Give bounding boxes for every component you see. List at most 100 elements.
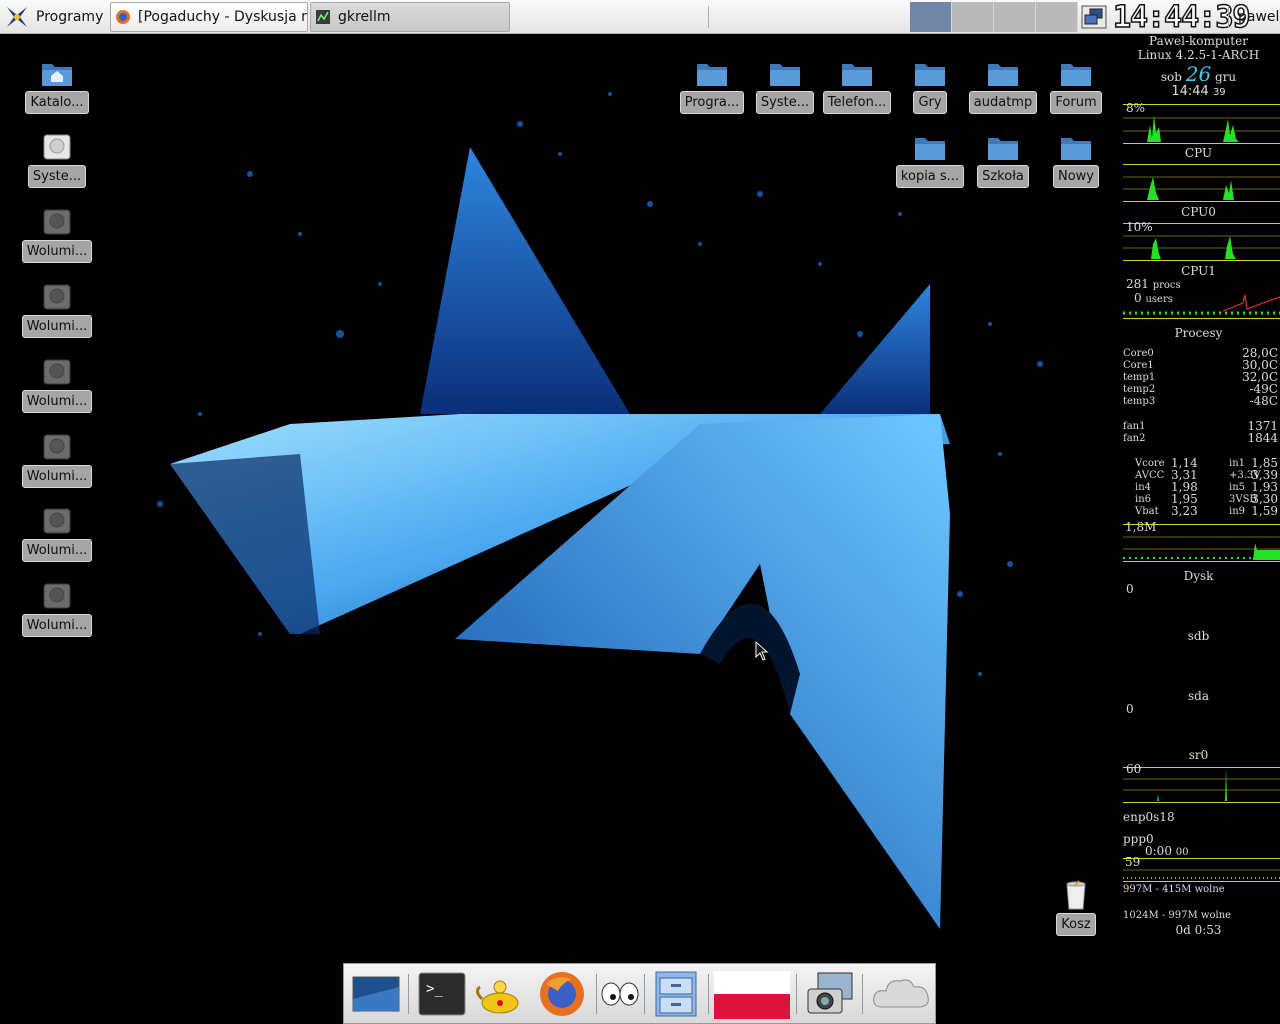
desktop-folder-forum[interactable]: Forum [1040, 58, 1112, 118]
gkrellm-day: sob [1160, 70, 1182, 84]
desktop-folder-telefon[interactable]: Telefon... [821, 58, 893, 118]
folder-icon [842, 64, 872, 86]
ppp-chart [1123, 858, 1280, 882]
net-interface-enp0s18: enp0s18 [1123, 810, 1175, 824]
volume-icon [43, 583, 71, 609]
workspace-2[interactable] [952, 2, 994, 32]
volt-name: Vbat [1135, 506, 1159, 517]
desktop-icon-volume[interactable]: Wolumi... [21, 432, 93, 492]
workspace-1[interactable] [910, 2, 952, 32]
desktop-icon-label: Wolumi... [21, 315, 93, 338]
processes-count-number: 281 [1126, 277, 1149, 291]
gkrellm-system-monitor[interactable]: Pawel-komputer Linux 4.2.5-1-ARCH sob 26… [1117, 34, 1280, 944]
launcher-dock: >_ [343, 963, 936, 1024]
disk-label: Dysk [1183, 569, 1214, 583]
gkrellm-time-hm: 14:44 [1171, 84, 1209, 99]
trash-icon [1066, 880, 1086, 910]
volt-value: 3,23 [1171, 504, 1198, 518]
desktop-icon-volume[interactable]: Wolumi... [21, 207, 93, 267]
terminal-icon[interactable]: >_ [416, 969, 468, 1019]
folder-icon [988, 64, 1018, 86]
panel-separator [1228, 6, 1229, 28]
desktop-icon-label: audatmp [968, 91, 1038, 114]
volume-icon [43, 284, 71, 310]
gkrellm-kernel: Linux 4.2.5-1-ARCH [1137, 48, 1260, 62]
taskbar-item-pogaduchy[interactable]: [Pogaduchy - Dyskusja n... [110, 2, 308, 32]
workspace-3[interactable] [994, 2, 1036, 32]
desktop-folder-szkola[interactable]: Szkoła [967, 132, 1039, 192]
polish-flag-icon[interactable] [714, 969, 790, 1019]
cpu-chart [1123, 104, 1280, 144]
network-monitor-icon[interactable] [1080, 3, 1108, 31]
users-count-number: 0 [1134, 291, 1142, 305]
gkrellm-month: gru [1215, 70, 1237, 84]
applications-menu-button[interactable]: Programy [4, 0, 106, 34]
sdb-label: sdb [1187, 629, 1210, 643]
volt-name: in6 [1135, 494, 1152, 505]
weather-cloud-icon[interactable] [872, 969, 930, 1019]
taskbar-item-gkrellm[interactable]: gkrellm [310, 2, 510, 32]
desktop-icon-label: Wolumi... [21, 539, 93, 562]
fan-name-fan1: fan1 [1123, 421, 1146, 432]
screenshot-camera-icon[interactable] [804, 969, 856, 1019]
dock-separator [862, 974, 863, 1014]
volume-icon [43, 508, 71, 534]
desktop-icon-label: Wolumi... [21, 614, 93, 637]
volt-name: in4 [1135, 482, 1152, 493]
workspace-4[interactable] [1036, 2, 1078, 32]
ppp-connect-time: 0:00 00 [1145, 844, 1189, 858]
desktop-folder-programy[interactable]: Progra... [676, 58, 748, 118]
desktop-icon-label: Forum [1050, 91, 1102, 114]
desktop-icon-label: Wolumi... [21, 240, 93, 263]
show-desktop-icon[interactable] [350, 969, 402, 1019]
cpu0-label: CPU0 [1181, 205, 1216, 219]
users-count: 0 users [1134, 291, 1173, 305]
volume-icon [43, 359, 71, 385]
sdb-value: 0 [1126, 582, 1134, 596]
genie-lamp-icon[interactable] [474, 969, 526, 1019]
ppp-time-suffix: 00 [1175, 847, 1189, 858]
volume-icon [43, 434, 71, 460]
tux-logo-icon [7, 7, 27, 27]
workspace-pager[interactable] [910, 2, 1078, 32]
volt-name: AVCC [1135, 470, 1165, 481]
dock-separator [708, 974, 709, 1014]
desktop-icon-label: Kosz [1056, 913, 1096, 936]
desktop-icon-volume[interactable]: Wolumi... [21, 581, 93, 641]
desktop-icon-home-folder[interactable]: Katalo... [21, 58, 93, 118]
eyes-icon[interactable] [598, 969, 642, 1019]
desktop-folder-nowy[interactable]: Nowy [1040, 132, 1112, 192]
gkrellm-date-number: 26 [1185, 62, 1212, 86]
cpu0-percent: 10% [1126, 220, 1153, 234]
desktop-icon-label: kopia s... [895, 165, 965, 188]
cpu-percent: 8% [1126, 101, 1146, 115]
desktop-folder-kopia[interactable]: kopia s... [894, 132, 966, 192]
processes-count: 281 procs [1126, 277, 1181, 291]
desktop-folder-system[interactable]: Syste... [749, 58, 821, 118]
volt-name: in5 [1229, 482, 1246, 493]
dock-separator [796, 974, 797, 1014]
gkrellm-time-seconds: 39 [1212, 87, 1226, 98]
desktop-icon-volume[interactable]: Wolumi... [21, 282, 93, 342]
desktop-icon-system[interactable]: Syste... [21, 132, 93, 192]
dock-separator [596, 974, 597, 1014]
sda-value: 0 [1126, 702, 1134, 716]
dock-separator [408, 974, 409, 1014]
desktop-icon-label: Syste... [27, 165, 87, 188]
processes-label: Procesy [1174, 326, 1223, 340]
firefox-icon [116, 10, 130, 24]
desktop-icon-trash[interactable]: Kosz [1040, 880, 1112, 940]
desktop-folder-audatmp[interactable]: audatmp [967, 58, 1039, 118]
cpu1-label: CPU1 [1181, 264, 1216, 278]
harddisk-icon [43, 134, 71, 160]
folder-icon [988, 138, 1018, 160]
file-cabinet-icon[interactable] [650, 969, 702, 1019]
user-name-label[interactable]: pawel [1238, 0, 1279, 34]
panel-clock[interactable]: 14:44:39 [1112, 0, 1251, 35]
desktop-icon-volume[interactable]: Wolumi... [21, 506, 93, 566]
desktop-icon-volume[interactable]: Wolumi... [21, 357, 93, 417]
sr0-label: sr0 [1188, 748, 1209, 762]
desktop-folder-gry[interactable]: Gry [894, 58, 966, 118]
firefox-icon[interactable] [536, 969, 588, 1019]
taskbar-item-title: gkrellm [338, 9, 391, 25]
